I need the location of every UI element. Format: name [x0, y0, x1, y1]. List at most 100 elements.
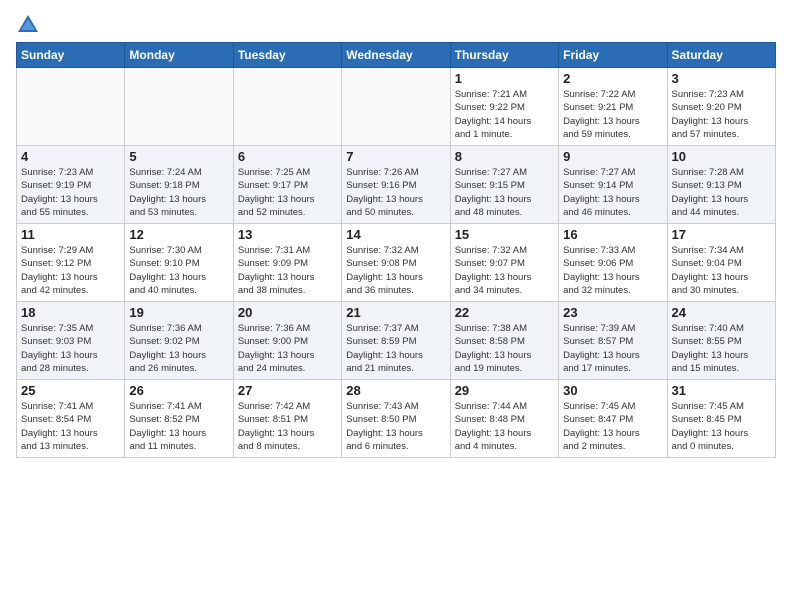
- day-number: 14: [346, 227, 445, 242]
- calendar-cell: 27 Sunrise: 7:42 AM Sunset: 8:51 PM Dayli…: [233, 380, 341, 458]
- calendar-cell: 3 Sunrise: 7:23 AM Sunset: 9:20 PM Daylig…: [667, 68, 775, 146]
- main-container: SundayMondayTuesdayWednesdayThursdayFrid…: [0, 0, 792, 466]
- day-info: Sunrise: 7:45 AM Sunset: 8:45 PM Dayligh…: [672, 400, 771, 453]
- day-info: Sunrise: 7:21 AM Sunset: 9:22 PM Dayligh…: [455, 88, 554, 141]
- day-info: Sunrise: 7:45 AM Sunset: 8:47 PM Dayligh…: [563, 400, 662, 453]
- weekday-header-friday: Friday: [559, 43, 667, 68]
- calendar-cell: 24Sunrise: 7:40 AM Sunset: 8:55 PM Dayli…: [667, 302, 775, 380]
- day-info: Sunrise: 7:40 AM Sunset: 8:55 PM Dayligh…: [672, 322, 771, 375]
- day-number: 2: [563, 71, 662, 86]
- day-info: Sunrise: 7:36 AM Sunset: 9:00 PM Dayligh…: [238, 322, 337, 375]
- day-info: Sunrise: 7:35 AM Sunset: 9:03 PM Dayligh…: [21, 322, 120, 375]
- day-info: Sunrise: 7:27 AM Sunset: 9:15 PM Dayligh…: [455, 166, 554, 219]
- day-number: 1: [455, 71, 554, 86]
- weekday-header-sunday: Sunday: [17, 43, 125, 68]
- day-number: 17: [672, 227, 771, 242]
- calendar-cell: [233, 68, 341, 146]
- calendar-cell: 4 Sunrise: 7:23 AM Sunset: 9:19 PM Daylig…: [17, 146, 125, 224]
- day-number: 28: [346, 383, 445, 398]
- calendar-cell: 13 Sunrise: 7:31 AM Sunset: 9:09 PM Dayli…: [233, 224, 341, 302]
- calendar-cell: 28 Sunrise: 7:43 AM Sunset: 8:50 PM Dayli…: [342, 380, 450, 458]
- weekday-header-wednesday: Wednesday: [342, 43, 450, 68]
- weekday-header-row: SundayMondayTuesdayWednesdayThursdayFrid…: [17, 43, 776, 68]
- week-row-3: 11Sunrise: 7:29 AM Sunset: 9:12 PM Dayli…: [17, 224, 776, 302]
- calendar-cell: 19 Sunrise: 7:36 AM Sunset: 9:02 PM Dayli…: [125, 302, 233, 380]
- day-info: Sunrise: 7:44 AM Sunset: 8:48 PM Dayligh…: [455, 400, 554, 453]
- day-info: Sunrise: 7:30 AM Sunset: 9:10 PM Dayligh…: [129, 244, 228, 297]
- week-row-1: 1 Sunrise: 7:21 AM Sunset: 9:22 PM Daylig…: [17, 68, 776, 146]
- calendar-cell: 20 Sunrise: 7:36 AM Sunset: 9:00 PM Dayli…: [233, 302, 341, 380]
- week-row-4: 18 Sunrise: 7:35 AM Sunset: 9:03 PM Dayli…: [17, 302, 776, 380]
- calendar-cell: 18 Sunrise: 7:35 AM Sunset: 9:03 PM Dayli…: [17, 302, 125, 380]
- calendar-table: SundayMondayTuesdayWednesdayThursdayFrid…: [16, 42, 776, 458]
- calendar-cell: 30 Sunrise: 7:45 AM Sunset: 8:47 PM Dayli…: [559, 380, 667, 458]
- day-info: Sunrise: 7:37 AM Sunset: 8:59 PM Dayligh…: [346, 322, 445, 375]
- day-info: Sunrise: 7:41 AM Sunset: 8:54 PM Dayligh…: [21, 400, 120, 453]
- day-number: 25: [21, 383, 120, 398]
- day-info: Sunrise: 7:28 AM Sunset: 9:13 PM Dayligh…: [672, 166, 771, 219]
- day-number: 7: [346, 149, 445, 164]
- week-row-2: 4 Sunrise: 7:23 AM Sunset: 9:19 PM Daylig…: [17, 146, 776, 224]
- day-number: 30: [563, 383, 662, 398]
- day-info: Sunrise: 7:39 AM Sunset: 8:57 PM Dayligh…: [563, 322, 662, 375]
- logo-icon: [16, 12, 40, 36]
- day-info: Sunrise: 7:38 AM Sunset: 8:58 PM Dayligh…: [455, 322, 554, 375]
- day-number: 5: [129, 149, 228, 164]
- day-info: Sunrise: 7:42 AM Sunset: 8:51 PM Dayligh…: [238, 400, 337, 453]
- calendar-cell: 12 Sunrise: 7:30 AM Sunset: 9:10 PM Dayli…: [125, 224, 233, 302]
- day-info: Sunrise: 7:32 AM Sunset: 9:07 PM Dayligh…: [455, 244, 554, 297]
- calendar-cell: 26 Sunrise: 7:41 AM Sunset: 8:52 PM Dayli…: [125, 380, 233, 458]
- day-number: 27: [238, 383, 337, 398]
- calendar-cell: 23 Sunrise: 7:39 AM Sunset: 8:57 PM Dayli…: [559, 302, 667, 380]
- day-number: 23: [563, 305, 662, 320]
- calendar-cell: 9 Sunrise: 7:27 AM Sunset: 9:14 PM Daylig…: [559, 146, 667, 224]
- calendar-cell: 31 Sunrise: 7:45 AM Sunset: 8:45 PM Dayli…: [667, 380, 775, 458]
- day-number: 11: [21, 227, 120, 242]
- day-number: 4: [21, 149, 120, 164]
- weekday-header-saturday: Saturday: [667, 43, 775, 68]
- week-row-5: 25 Sunrise: 7:41 AM Sunset: 8:54 PM Dayli…: [17, 380, 776, 458]
- calendar-cell: 10 Sunrise: 7:28 AM Sunset: 9:13 PM Dayli…: [667, 146, 775, 224]
- calendar-cell: 2Sunrise: 7:22 AM Sunset: 9:21 PM Daylig…: [559, 68, 667, 146]
- weekday-header-tuesday: Tuesday: [233, 43, 341, 68]
- logo: [16, 12, 44, 36]
- day-info: Sunrise: 7:26 AM Sunset: 9:16 PM Dayligh…: [346, 166, 445, 219]
- day-info: Sunrise: 7:24 AM Sunset: 9:18 PM Dayligh…: [129, 166, 228, 219]
- day-number: 29: [455, 383, 554, 398]
- day-info: Sunrise: 7:41 AM Sunset: 8:52 PM Dayligh…: [129, 400, 228, 453]
- day-number: 19: [129, 305, 228, 320]
- day-number: 8: [455, 149, 554, 164]
- calendar-cell: 6 Sunrise: 7:25 AM Sunset: 9:17 PM Daylig…: [233, 146, 341, 224]
- day-info: Sunrise: 7:36 AM Sunset: 9:02 PM Dayligh…: [129, 322, 228, 375]
- calendar-cell: 29 Sunrise: 7:44 AM Sunset: 8:48 PM Dayli…: [450, 380, 558, 458]
- day-info: Sunrise: 7:25 AM Sunset: 9:17 PM Dayligh…: [238, 166, 337, 219]
- day-number: 6: [238, 149, 337, 164]
- day-number: 16: [563, 227, 662, 242]
- calendar-cell: 22Sunrise: 7:38 AM Sunset: 8:58 PM Dayli…: [450, 302, 558, 380]
- day-info: Sunrise: 7:27 AM Sunset: 9:14 PM Dayligh…: [563, 166, 662, 219]
- day-number: 10: [672, 149, 771, 164]
- day-number: 13: [238, 227, 337, 242]
- day-number: 9: [563, 149, 662, 164]
- calendar-cell: 5 Sunrise: 7:24 AM Sunset: 9:18 PM Daylig…: [125, 146, 233, 224]
- day-info: Sunrise: 7:33 AM Sunset: 9:06 PM Dayligh…: [563, 244, 662, 297]
- day-info: Sunrise: 7:31 AM Sunset: 9:09 PM Dayligh…: [238, 244, 337, 297]
- day-number: 12: [129, 227, 228, 242]
- day-number: 20: [238, 305, 337, 320]
- day-info: Sunrise: 7:23 AM Sunset: 9:19 PM Dayligh…: [21, 166, 120, 219]
- calendar-cell: 1 Sunrise: 7:21 AM Sunset: 9:22 PM Daylig…: [450, 68, 558, 146]
- calendar-cell: 14Sunrise: 7:32 AM Sunset: 9:08 PM Dayli…: [342, 224, 450, 302]
- day-number: 3: [672, 71, 771, 86]
- calendar-cell: 25 Sunrise: 7:41 AM Sunset: 8:54 PM Dayli…: [17, 380, 125, 458]
- day-info: Sunrise: 7:43 AM Sunset: 8:50 PM Dayligh…: [346, 400, 445, 453]
- day-info: Sunrise: 7:23 AM Sunset: 9:20 PM Dayligh…: [672, 88, 771, 141]
- day-number: 18: [21, 305, 120, 320]
- day-info: Sunrise: 7:34 AM Sunset: 9:04 PM Dayligh…: [672, 244, 771, 297]
- calendar-cell: 8 Sunrise: 7:27 AM Sunset: 9:15 PM Daylig…: [450, 146, 558, 224]
- weekday-header-thursday: Thursday: [450, 43, 558, 68]
- calendar-cell: [342, 68, 450, 146]
- header: [16, 12, 776, 36]
- day-number: 26: [129, 383, 228, 398]
- calendar-cell: 15Sunrise: 7:32 AM Sunset: 9:07 PM Dayli…: [450, 224, 558, 302]
- day-number: 31: [672, 383, 771, 398]
